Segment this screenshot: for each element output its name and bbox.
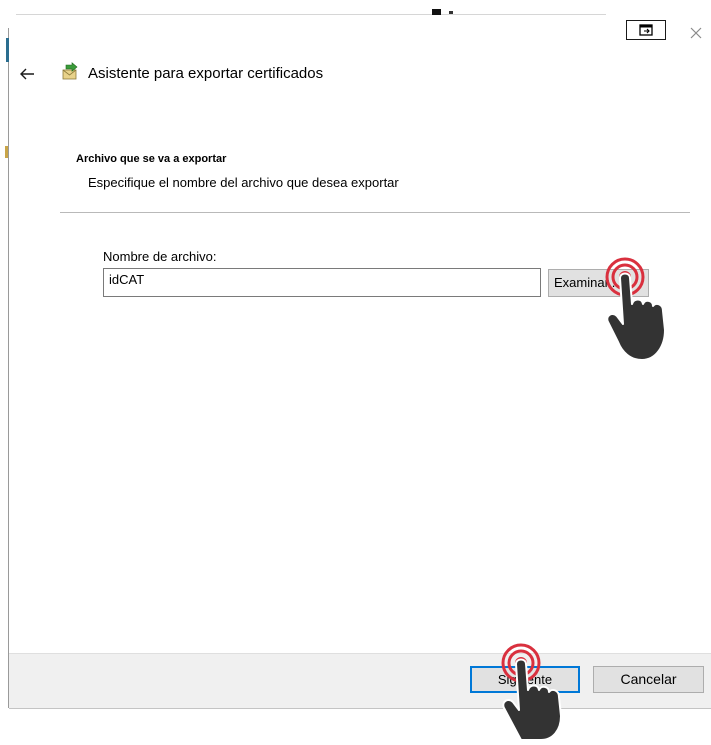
next-button[interactable]: Siguiente: [470, 666, 580, 693]
header-separator: [60, 212, 690, 213]
background-artifact: [432, 9, 441, 15]
window-left-border: [8, 28, 9, 708]
restore-window-button[interactable]: [626, 20, 666, 40]
background-window-edge: [6, 38, 9, 62]
window-top-edge: [16, 14, 606, 15]
filename-input[interactable]: [103, 268, 541, 297]
certificate-wizard-icon: [60, 62, 80, 82]
close-icon: [690, 27, 702, 39]
restore-window-icon: [639, 24, 653, 36]
back-arrow-icon: [20, 68, 34, 80]
back-button[interactable]: [17, 64, 37, 84]
filename-label: Nombre de archivo:: [103, 249, 217, 264]
wizard-title: Asistente para exportar certificados: [88, 65, 324, 82]
close-button[interactable]: [685, 22, 707, 44]
background-window-edge-mark: [5, 146, 8, 158]
background-artifact-small: [449, 11, 453, 14]
section-heading: Archivo que se va a exportar: [76, 153, 227, 165]
window-bottom-edge: [9, 708, 711, 709]
browse-button[interactable]: Examinar...: [548, 269, 649, 297]
cancel-button[interactable]: Cancelar: [593, 666, 704, 693]
section-description: Especifique el nombre del archivo que de…: [88, 175, 399, 190]
